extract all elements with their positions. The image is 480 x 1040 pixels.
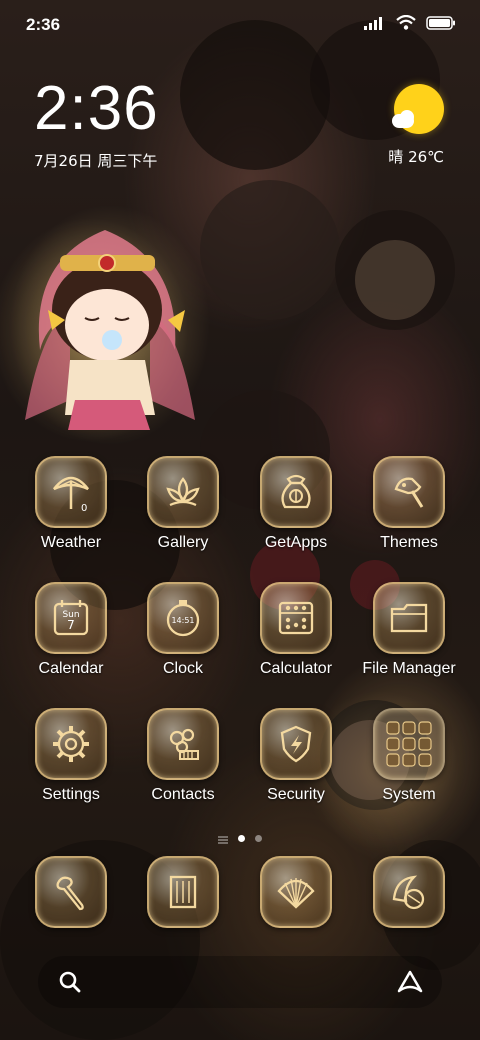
dock-app-3[interactable] [240,856,352,928]
app-getapps[interactable]: GetApps [240,456,352,552]
app-security[interactable]: Security [240,708,352,804]
app-themes[interactable]: Themes [353,456,465,552]
app-gallery[interactable]: Gallery [127,456,239,552]
clock-icon: 14:51 [147,582,219,654]
brush-icon [373,456,445,528]
signal-icon [364,15,386,34]
dock-app-4[interactable] [353,856,465,928]
weather-condition: 晴 [388,148,404,166]
cloud-icon [400,110,414,124]
scroll-icon [147,856,219,928]
status-icons [364,14,456,34]
app-calendar[interactable]: Sun 7 Calendar [15,582,127,678]
widget-date: 7月26日 周三下午 [34,152,158,170]
comb-flower-icon [147,708,219,780]
abacus-icon [260,582,332,654]
status-bar: 2:36 [0,0,480,50]
search-icon[interactable] [58,970,82,998]
app-weather[interactable]: 0 Weather [15,456,127,552]
app-label: Calculator [259,660,333,677]
app-label: Contacts [151,786,215,803]
app-contacts[interactable]: Contacts [127,708,239,804]
calendar-icon: Sun 7 [35,582,107,654]
app-label: Clock [162,660,203,677]
weather-temperature: 26℃ [408,148,444,166]
page-dot [255,835,262,842]
umbrella-icon: 0 [35,456,107,528]
app-label: Gallery [157,534,209,551]
lotus-icon [147,456,219,528]
treasure-bag-icon [260,456,332,528]
app-label: Weather [40,534,102,551]
folder-icon [373,582,445,654]
clock-widget[interactable]: 2:36 7月26日 周三下午 [34,78,159,171]
app-label: Themes [380,534,438,551]
widget-time: 2:36 [34,74,159,143]
shield-icon [260,708,332,780]
wifi-icon [396,14,416,34]
weather-text: 晴 26℃ [388,146,444,167]
dock-app-1[interactable] [15,856,127,928]
app-file-manager[interactable]: File Manager [353,582,465,678]
page-indicator[interactable] [0,829,480,848]
princess-sticker [10,200,210,450]
ruyi-icon [35,856,107,928]
app-settings[interactable]: Settings [15,708,127,804]
app-label: GetApps [264,534,328,551]
search-bar[interactable] [38,956,442,1008]
app-label: Security [267,786,325,803]
calendar-day-num: 7 [67,618,75,632]
page-dot-active [238,835,245,842]
status-time: 2:36 [26,15,61,34]
assistant-icon[interactable] [396,969,424,999]
menu-lines-icon [218,829,228,848]
app-system[interactable]: System [353,708,465,804]
weather-sub: 0 [81,503,87,514]
clock-icon-text: 14:51 [171,616,194,625]
app-label: Calendar [38,660,104,677]
app-calculator[interactable]: Calculator [240,582,352,678]
app-clock[interactable]: 14:51 Clock [127,582,239,678]
dock-app-2[interactable] [127,856,239,928]
fan-shell-icon [373,856,445,928]
battery-icon [426,15,456,34]
app-label: File Manager [362,660,456,677]
app-label: System [382,786,436,803]
app-label: Settings [42,786,100,803]
gear-icon [35,708,107,780]
fan-icon [260,856,332,928]
folder-grid-icon [373,708,445,780]
